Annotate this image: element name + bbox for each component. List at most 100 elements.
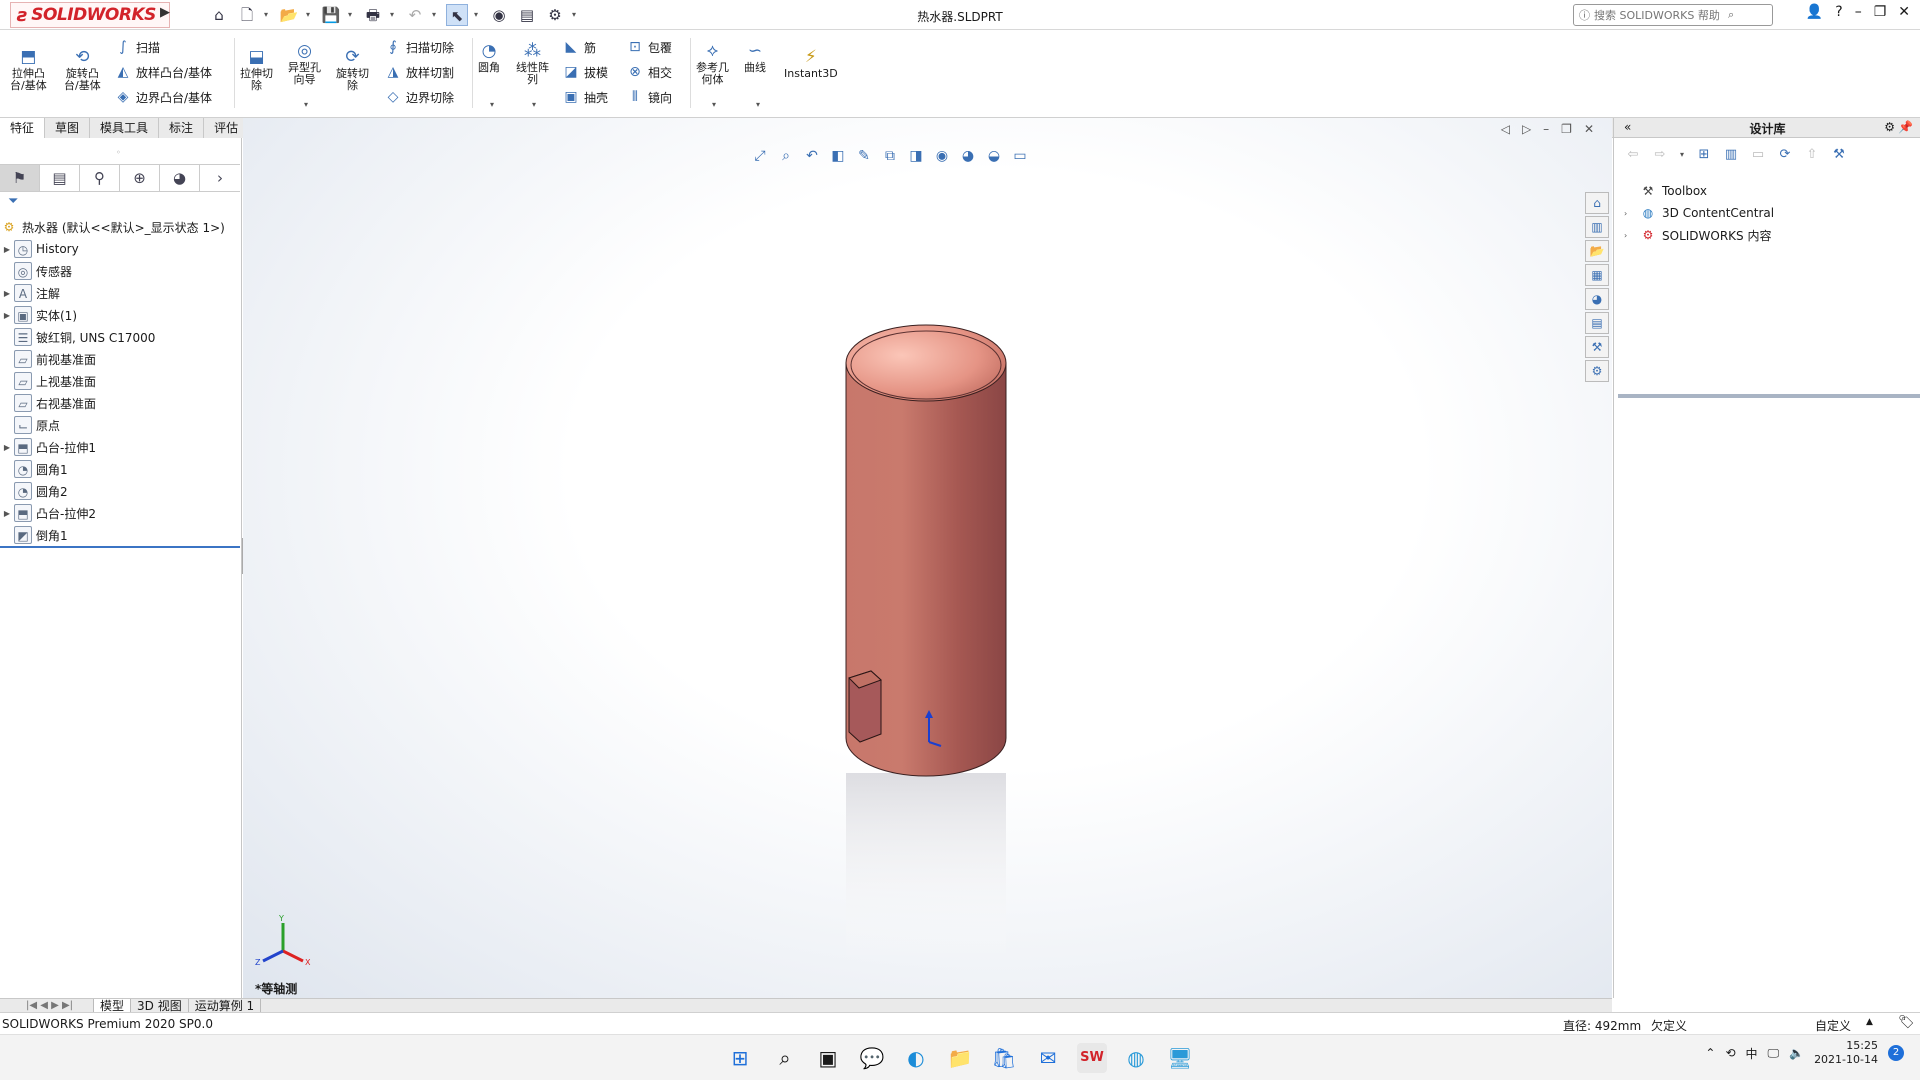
expand-tabs-icon[interactable]: › [200,165,240,191]
tree-item[interactable]: ⌙ 原点 [0,414,240,436]
search-taskbar-icon[interactable]: ⌕ [770,1043,800,1073]
draft-button[interactable]: ◪ 拔模 [562,61,608,83]
sync-icon[interactable]: ⟲ [1725,1046,1735,1060]
tree-item[interactable]: ▶ ◷ History [0,238,240,260]
edge-browser-icon[interactable]: ◐ [901,1043,931,1073]
minimize-button[interactable]: – [1855,4,1862,20]
expand-arrow-icon[interactable]: ▶ [0,245,14,254]
mirror-button[interactable]: ⫴ 镜向 [626,86,672,108]
reference-geometry-dropdown-icon[interactable]: ▾ [712,100,716,109]
extrude-cut-button[interactable]: ⬓ 拉伸切 除 [240,46,273,92]
expand-arrow-icon[interactable]: ▶ [0,509,14,518]
task-view-icon[interactable]: ▣ [813,1043,843,1073]
ime-indicator[interactable]: 中 [1746,1045,1758,1062]
search-icon[interactable]: ⌕ [1728,8,1734,22]
shell-button[interactable]: ▣ 抽壳 [562,86,608,108]
tab-0[interactable]: 特征 [0,118,46,138]
clock[interactable]: 15:25 2021-10-14 [1814,1039,1878,1067]
tree-item[interactable]: ▶ A 注解 [0,282,240,304]
library-item[interactable]: › ⚙ SOLIDWORKS 内容 [1624,224,1914,246]
hole-wizard-button[interactable]: ◎ 异型孔 向导 [288,40,321,86]
library-item[interactable]: › ◍ 3D ContentCentral [1624,202,1914,224]
history-dropdown-icon[interactable]: ▾ [1678,146,1686,164]
boundary-boss-button[interactable]: ◈ 边界凸台/基体 [114,86,212,108]
user-icon[interactable]: 👤 [1806,4,1823,20]
mail-icon[interactable]: ✉ [1033,1043,1063,1073]
tree-item[interactable]: ▱ 上视基准面 [0,370,240,392]
tree-item[interactable]: ◔ 圆角2 [0,480,240,502]
solidworks-resources-icon[interactable]: ⌂ [1585,192,1609,214]
toolbox-settings-icon[interactable]: ⚒ [1830,146,1848,164]
solidworks-forum-icon[interactable]: ⚒ [1585,336,1609,358]
plm-icon[interactable]: ⚙ [1585,360,1609,382]
back-icon[interactable]: ⇦ [1624,146,1642,164]
sweep-cut-button[interactable]: ∮ 扫描切除 [384,36,454,58]
instant3d-button[interactable]: ⚡ Instant3D [784,46,838,80]
wrap-button[interactable]: ⊡ 包覆 [626,36,672,58]
notification-badge[interactable]: 2 [1888,1045,1904,1061]
linear-pattern-button[interactable]: ⁂ 线性阵 列 [516,40,549,86]
revolve-boss-button[interactable]: ⟲ 旋转凸 台/基体 [64,46,101,92]
tab-2[interactable]: 模具工具 [90,118,160,138]
fillet-dropdown-icon[interactable]: ▾ [490,100,494,109]
refresh-icon[interactable]: ⟳ [1776,146,1794,164]
revolve-cut-button[interactable]: ⟳ 旋转切 除 [336,46,369,92]
tree-item[interactable]: ▶ ⬒ 凸台-拉伸1 [0,436,240,458]
tree-item[interactable]: ◔ 圆角1 [0,458,240,480]
dimxpert-manager-tab-icon[interactable]: ⊕ [120,165,160,191]
tags-icon[interactable]: 🏷 [1898,1015,1915,1030]
loft-cut-button[interactable]: ◮ 放样切割 [384,61,454,83]
model-canvas[interactable] [243,118,1612,998]
curves-button[interactable]: ∽ 曲线 [744,40,766,74]
reference-geometry-button[interactable]: ⟡ 参考几 何体 [696,40,729,86]
library-item[interactable]: ⚒ Toolbox [1624,180,1914,202]
expand-arrow-icon[interactable]: ▶ [0,289,14,298]
network-app-icon[interactable]: ◍ [1121,1043,1151,1073]
pin-icon[interactable]: 📌 [1898,120,1913,134]
appearances-icon[interactable]: ◕ [1585,288,1609,310]
tree-item[interactable]: ◩ 倒角1 [0,524,240,546]
expand-arrow-icon[interactable]: › [1624,231,1634,240]
tree-item[interactable]: ▶ ⬒ 凸台-拉伸2 [0,502,240,524]
rib-button[interactable]: ◣ 筋 [562,36,596,58]
tree-item[interactable]: ☰ 铍红铜, UNS C17000 [0,326,240,348]
volume-icon[interactable]: 🔈 [1789,1046,1804,1060]
tree-item[interactable]: ▶ ▣ 实体(1) [0,304,240,326]
pane-splitter[interactable] [1618,394,1920,398]
tab-3[interactable]: 标注 [159,118,205,138]
bottom-tab-1[interactable]: 3D 视图 [131,998,189,1013]
view-palette-icon[interactable]: ▦ [1585,264,1609,286]
fillet-button[interactable]: ◔ 圆角 [478,40,500,74]
display-manager-tab-icon[interactable]: ◕ [160,165,200,191]
intersect-button[interactable]: ⊗ 相交 [626,61,672,83]
curves-dropdown-icon[interactable]: ▾ [756,100,760,109]
custom-properties-icon[interactable]: ▤ [1585,312,1609,334]
water-heater-model[interactable] [845,324,1007,777]
solidworks-taskbar-icon[interactable]: SW [1077,1043,1107,1073]
loft-button[interactable]: ◭ 放样凸台/基体 [114,61,212,83]
units-selector[interactable]: 自定义 [1815,1017,1851,1034]
tray-expand-icon[interactable]: ⌃ [1705,1046,1715,1060]
create-new-folder-icon[interactable]: ▭ [1749,146,1767,164]
boundary-cut-button[interactable]: ◇ 边界切除 [384,86,454,108]
file-explorer-taskbar-icon[interactable]: 📁 [945,1043,975,1073]
hole-wizard-dropdown-icon[interactable]: ▾ [304,100,308,109]
panel-drag-handle[interactable]: ◦ [116,148,121,157]
design-library-icon[interactable]: ▥ [1585,216,1609,238]
tree-root[interactable]: ⚙ 热水器 (默认<<默认>_显示状态 1>) [0,216,240,238]
close-button[interactable]: ✕ [1898,4,1910,20]
help-search-box[interactable]: ⓘ ⌕ [1573,4,1773,26]
property-manager-tab-icon[interactable]: ▤ [40,165,80,191]
tab-1[interactable]: 草图 [45,118,91,138]
linear-pattern-dropdown-icon[interactable]: ▾ [532,100,536,109]
sweep-button[interactable]: ∫ 扫描 [114,36,160,58]
store-icon[interactable]: 🛍 [989,1043,1019,1073]
units-up-arrow-icon[interactable]: ▲ [1866,1017,1873,1027]
up-one-level-icon[interactable]: ⇧ [1803,146,1821,164]
forward-icon[interactable]: ⇨ [1651,146,1669,164]
display-icon[interactable]: 🖵 [1768,1046,1780,1061]
help-question-icon[interactable]: ? [1835,4,1842,20]
panel-options-gear-icon[interactable]: ⚙ [1884,120,1895,134]
search-input[interactable] [1594,8,1724,22]
chat-icon[interactable]: 💬 [857,1043,887,1073]
